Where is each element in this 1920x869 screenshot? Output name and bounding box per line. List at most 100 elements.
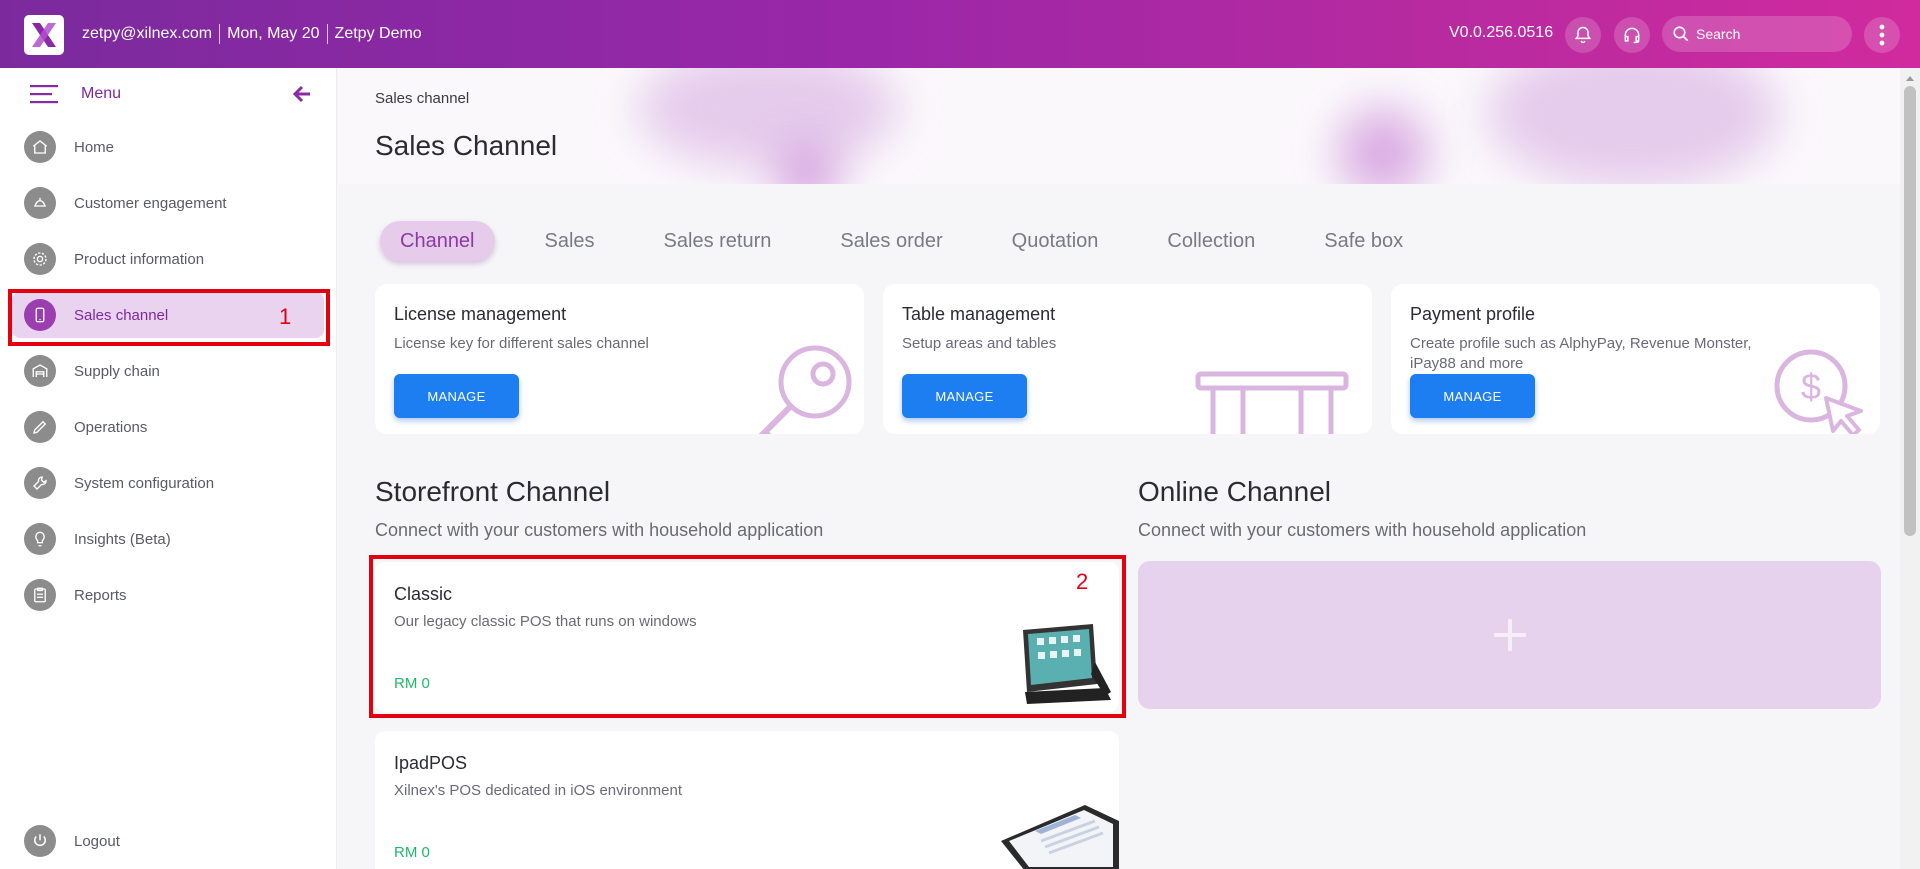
more-options-button[interactable] (1864, 17, 1900, 53)
page-header: Sales channel Sales Channel (338, 68, 1900, 184)
clipboard-icon (24, 579, 56, 611)
channel-title: IpadPOS (394, 753, 468, 773)
tab-quotation[interactable]: Quotation (1012, 221, 1099, 261)
tab-safe-box[interactable]: Safe box (1324, 221, 1403, 261)
tab-sales-return[interactable]: Sales return (664, 221, 772, 261)
page-title: Sales Channel (375, 130, 558, 161)
sidebar-item-customer-engagement[interactable]: Customer engagement (12, 180, 324, 226)
sidebar-item-operations[interactable]: Operations (12, 404, 324, 450)
sidebar-item-label: Supply chain (74, 362, 160, 380)
table-manage-button[interactable]: MANAGE (902, 374, 1027, 418)
divider (326, 24, 328, 44)
license-manage-button[interactable]: MANAGE (394, 374, 519, 418)
payment-cursor-icon: $ (1774, 349, 1863, 434)
main-content: Sales channel Sales Channel Channel Sale… (338, 68, 1900, 869)
sidebar-item-label: Product information (74, 250, 205, 268)
divider (219, 24, 221, 44)
channel-description: Xilnex's POS dedicated in iOS environmen… (394, 782, 683, 799)
hamburger-icon (30, 85, 58, 104)
annotation-number-2: 2 (1076, 569, 1089, 594)
notifications-button[interactable] (1565, 17, 1601, 53)
annotation-number-1: 1 (279, 304, 292, 329)
license-management-card: License management License key for diffe… (375, 284, 864, 434)
online-channel-title: Online Channel (1138, 476, 1332, 507)
sidebar-item-home[interactable]: Home (12, 124, 324, 170)
card-description: License key for different sales channel (394, 335, 649, 352)
tab-sales[interactable]: Sales (545, 221, 595, 261)
gear-icon (24, 243, 56, 275)
table-icon (1195, 371, 1349, 434)
decor-blob (1488, 68, 1778, 184)
sidebar-item-product-information[interactable]: Product information (12, 236, 324, 282)
plus-icon (1493, 619, 1526, 651)
bell-icon (1574, 26, 1592, 44)
storefront-subtitle: Connect with your customers with househo… (375, 520, 824, 540)
channel-price: RM 0 (394, 844, 430, 861)
key-icon (758, 345, 852, 434)
search-icon (1673, 26, 1689, 42)
company-name: Zetpy Demo (334, 25, 422, 42)
sidebar-item-label: Customer engagement (74, 194, 227, 212)
x-logo-icon (32, 23, 56, 47)
arrow-left-icon (292, 85, 310, 103)
lightbulb-icon (24, 523, 56, 555)
card-description: Setup areas and tables (902, 335, 1057, 352)
search-box[interactable] (1662, 16, 1852, 52)
sidebar-item-label: System configuration (74, 474, 215, 492)
decor-blob (1338, 108, 1428, 184)
xilnex-logo[interactable] (24, 15, 64, 55)
kebab-menu-icon (1879, 24, 1885, 46)
tab-channel[interactable]: Channel (380, 221, 495, 261)
storefront-title: Storefront Channel (375, 476, 611, 507)
svg-text:$: $ (1801, 366, 1821, 407)
app-version: V0.0.256.0516 (1449, 24, 1554, 41)
card-title: Table management (902, 304, 1056, 324)
user-email: zetpy@xilnex.com (82, 25, 213, 42)
decor-blob (638, 68, 898, 168)
scrollbar-thumb[interactable] (1904, 86, 1916, 536)
power-icon (24, 825, 56, 857)
scroll-up-arrow-icon[interactable] (1905, 74, 1915, 82)
handshake-icon (24, 187, 56, 219)
menu-label: Menu (81, 85, 122, 102)
top-bar: zetpy@xilnex.com Mon, May 20 Zetpy Demo … (0, 0, 1920, 68)
sidebar-item-system-configuration[interactable]: System configuration (12, 460, 324, 506)
online-channel-subtitle: Connect with your customers with househo… (1138, 520, 1587, 540)
sidebar-item-supply-chain[interactable]: Supply chain (12, 348, 324, 394)
breadcrumb: Sales channel (375, 90, 470, 107)
sidebar: Menu Home Customer engagement Product in… (0, 68, 337, 869)
support-button[interactable] (1614, 17, 1650, 53)
table-management-card: Table management Setup areas and tables … (883, 284, 1372, 434)
tab-collection[interactable]: Collection (1167, 221, 1255, 261)
ipad-pos-image (1001, 805, 1119, 869)
ipadpos-channel-card[interactable]: IpadPOS Xilnex's POS dedicated in iOS en… (375, 731, 1119, 869)
logout-button[interactable]: Logout (12, 818, 324, 864)
payment-manage-button[interactable]: MANAGE (1410, 374, 1535, 418)
search-input[interactable] (1696, 26, 1836, 42)
pen-icon (24, 411, 56, 443)
home-icon (24, 131, 56, 163)
payment-profile-card: Payment profile Create profile such as A… (1391, 284, 1880, 434)
card-description: Create profile such as AlphyPay, Revenue… (1410, 335, 1752, 372)
sidebar-item-label: Insights (Beta) (74, 530, 171, 548)
card-title: License management (394, 304, 567, 324)
tab-sales-order[interactable]: Sales order (840, 221, 942, 261)
card-title: Payment profile (1410, 304, 1536, 324)
sidebar-item-insights[interactable]: Insights (Beta) (12, 516, 324, 562)
sidebar-item-label: Home (74, 138, 115, 156)
logout-label: Logout (74, 832, 120, 850)
sidebar-item-label: Reports (74, 586, 127, 604)
menu-toggle[interactable]: Menu (30, 84, 121, 104)
sidebar-item-label: Operations (74, 418, 148, 436)
annotation-box-2 (369, 555, 1126, 718)
headset-icon (1624, 27, 1640, 44)
tab-bar: Channel Sales Sales return Sales order Q… (380, 220, 1472, 262)
collapse-sidebar-button[interactable] (292, 84, 312, 109)
wrench-icon (24, 467, 56, 499)
add-online-channel-button[interactable] (1138, 561, 1881, 709)
current-date: Mon, May 20 (227, 25, 320, 42)
warehouse-icon (24, 355, 56, 387)
session-info: zetpy@xilnex.com Mon, May 20 Zetpy Demo (82, 24, 422, 44)
sidebar-item-reports[interactable]: Reports (12, 572, 324, 618)
scrollbar[interactable] (1900, 68, 1920, 869)
